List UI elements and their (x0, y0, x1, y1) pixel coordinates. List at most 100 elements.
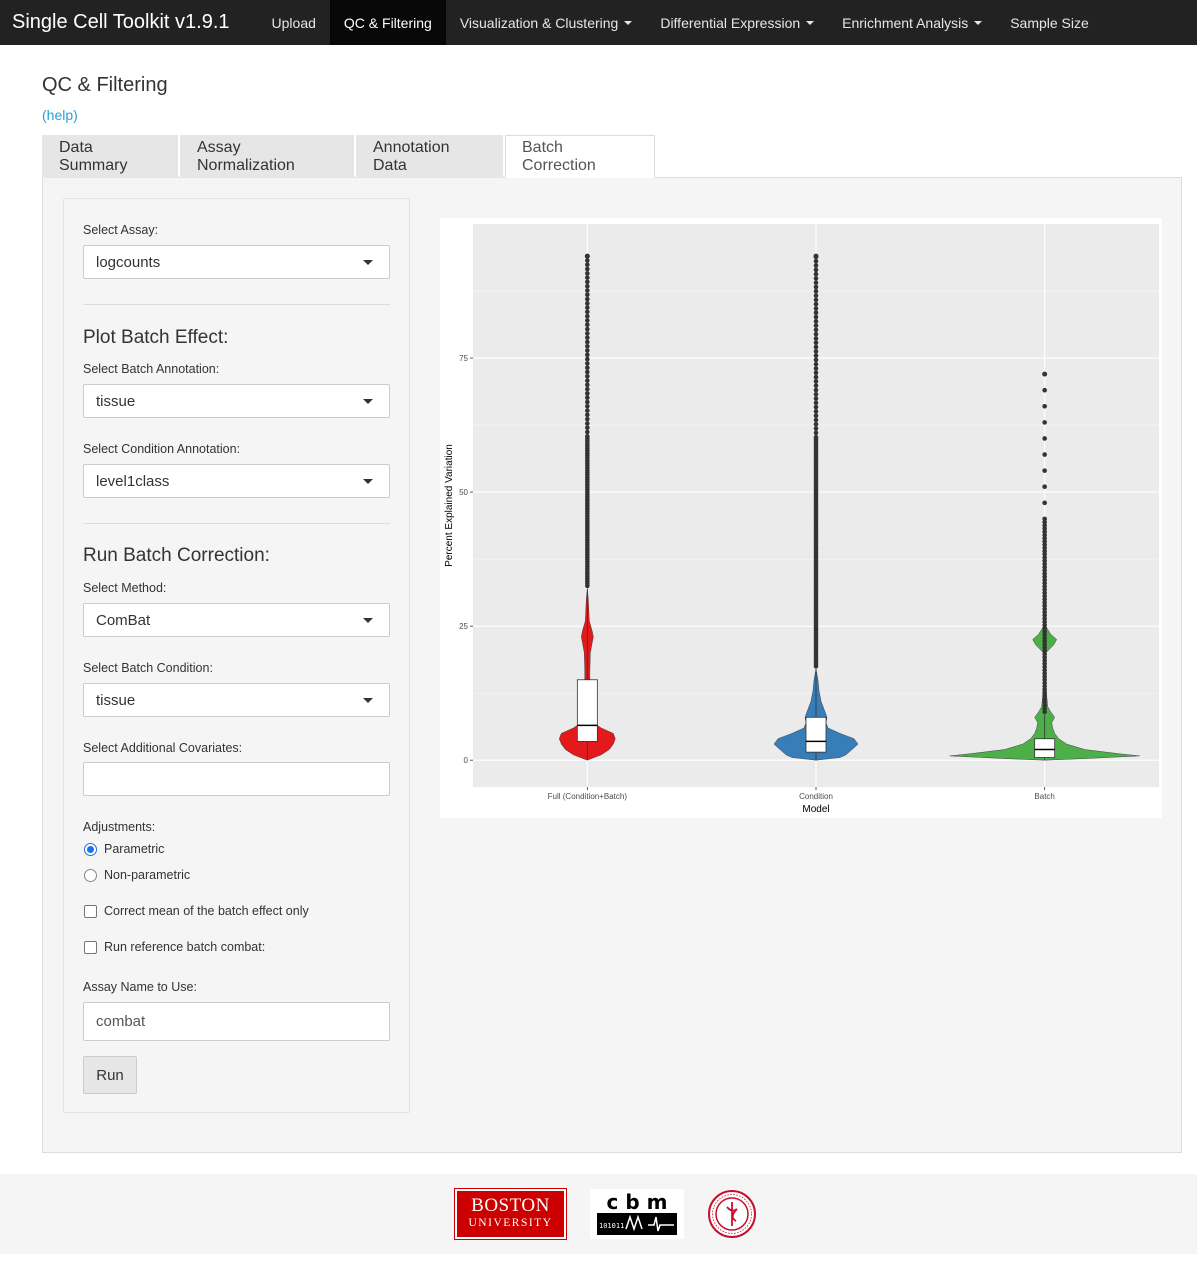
outlier-point (585, 373, 590, 379)
nav-upload[interactable]: Upload (258, 0, 330, 45)
x-tick-label: Full (Condition+Batch) (548, 792, 628, 801)
outlier-point (585, 271, 590, 276)
outlier-point (1042, 468, 1047, 473)
nav-differential-expression[interactable]: Differential Expression (646, 0, 828, 45)
outlier-point (813, 267, 819, 273)
outlier-point (585, 262, 590, 268)
divider (83, 304, 390, 305)
outlier-point (585, 416, 590, 422)
batch-annotation-select[interactable]: tissue (83, 384, 390, 418)
cbm-logo[interactable]: c b m 101011 (590, 1189, 684, 1239)
outlier-point (813, 293, 819, 298)
nav-sample-size[interactable]: Sample Size (996, 0, 1103, 45)
nonparametric-radio[interactable] (84, 869, 97, 882)
app-brand[interactable]: Single Cell Toolkit v1.9.1 (0, 0, 242, 45)
outlier-point (813, 258, 819, 264)
ref-batch-checkbox[interactable] (84, 941, 97, 954)
outlier-point (585, 292, 590, 298)
divider (83, 523, 390, 524)
parametric-radio[interactable] (84, 843, 97, 856)
outlier-point (813, 430, 819, 436)
page-title: QC & Filtering (42, 74, 168, 96)
caret-down-icon (806, 20, 815, 25)
outlier-point (585, 378, 590, 383)
batch-effect-plot: 0 25 50 75 Full (Condition+Batch) Condition B… (440, 218, 1162, 818)
outlier-point (813, 253, 819, 259)
outlier-point (585, 322, 590, 328)
batch-annotation-label: Select Batch Annotation: (83, 362, 220, 376)
tab-annotation-data[interactable]: Annotation Data (356, 135, 503, 178)
outlier-point (585, 365, 590, 370)
outlier-point (813, 404, 819, 410)
nav-enrichment-analysis[interactable]: Enrichment Analysis (828, 0, 996, 45)
caret-down-icon (624, 20, 633, 25)
outlier-point (585, 421, 590, 426)
outlier-point (1042, 452, 1047, 457)
outlier-point (585, 266, 590, 272)
outlier-point (585, 356, 590, 362)
condition-annotation-select[interactable]: level1class (83, 464, 390, 498)
outlier-point (585, 326, 590, 332)
assay-select[interactable]: logcounts (83, 245, 390, 279)
outlier-point (585, 309, 590, 315)
covariates-label: Select Additional Covariates: (83, 741, 243, 755)
dropdown-arrow-icon (363, 479, 373, 484)
outlier-point (813, 276, 819, 281)
outlier-point (813, 349, 819, 354)
nav-visualization-clustering[interactable]: Visualization & Clustering (446, 0, 647, 45)
outlier-point (813, 426, 819, 431)
outlier-point (585, 283, 590, 289)
outlier-point (585, 301, 590, 306)
help-link[interactable]: (help) (42, 107, 78, 123)
outlier-point (813, 331, 819, 337)
nav-qc-filtering[interactable]: QC & Filtering (329, 0, 446, 45)
outlier-point (585, 313, 590, 319)
outlier-point (813, 306, 819, 311)
boston-university-logo[interactable]: BOSTON UNIVERSITY (454, 1188, 567, 1240)
outlier-point (585, 369, 590, 375)
plot-batch-effect-heading: Plot Batch Effect: (83, 327, 229, 348)
box-1 (805, 716, 827, 753)
mean-only-checkbox[interactable] (84, 905, 97, 918)
y-tick-label: 50 (459, 488, 468, 497)
y-axis-label: Percent Explained Variation (444, 444, 455, 567)
outlier-point (813, 409, 819, 414)
run-button[interactable]: Run (83, 1056, 137, 1094)
outlier-point (813, 284, 819, 290)
outlier-point (813, 344, 819, 350)
outlier-point (813, 319, 819, 324)
outlier-point (813, 323, 819, 328)
outlier-point (813, 314, 819, 320)
outlier-point (585, 318, 590, 323)
outlier-point (585, 288, 590, 293)
outlier-point (1042, 436, 1047, 441)
outlier-point (585, 335, 590, 340)
tab-batch-correction[interactable]: Batch Correction (505, 135, 655, 179)
outlier-point (585, 361, 590, 366)
mean-only-label: Correct mean of the batch effect only (104, 904, 309, 918)
university-seal-logo[interactable] (707, 1189, 757, 1239)
dropdown-arrow-icon (363, 618, 373, 623)
outlier-point (813, 271, 819, 277)
assay-name-input[interactable]: combat (83, 1002, 390, 1041)
outlier-point (585, 425, 590, 431)
dropdown-arrow-icon (363, 399, 373, 404)
dropdown-arrow-icon (363, 260, 373, 265)
dropdown-arrow-icon (363, 698, 373, 703)
outlier-point (813, 288, 819, 294)
tab-assay-normalization[interactable]: Assay Normalization (180, 135, 354, 178)
outlier-point (813, 383, 819, 388)
outlier-point (585, 258, 590, 263)
outlier-point (813, 370, 819, 376)
outlier-point (585, 391, 590, 396)
covariates-input[interactable] (83, 762, 390, 796)
caret-down-icon (974, 20, 983, 25)
batch-condition-label: Select Batch Condition: (83, 661, 213, 675)
batch-condition-select[interactable]: tissue (83, 683, 390, 717)
method-select[interactable]: ComBat (83, 603, 390, 637)
outlier-point (813, 387, 819, 393)
tab-data-summary[interactable]: Data Summary (42, 135, 178, 178)
outlier-point (1042, 420, 1047, 425)
condition-annotation-label: Select Condition Annotation: (83, 442, 241, 456)
outlier-point (813, 327, 819, 333)
